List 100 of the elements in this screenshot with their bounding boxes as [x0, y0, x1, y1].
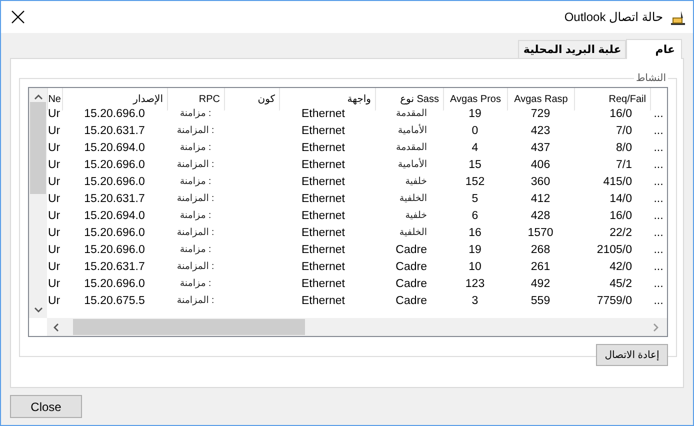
row-more: ...	[652, 124, 664, 138]
tab[interactable]: علبة البريد المحلية	[518, 40, 626, 58]
table-cell: 15.20.696.0	[84, 278, 145, 290]
table-cell: 268	[530, 244, 550, 256]
column-header[interactable]: Avgas Rasp	[514, 94, 568, 104]
table-cell: الأمامية	[398, 159, 427, 170]
table-cell: مزامنة :	[180, 278, 212, 289]
table-cell: 15.20.694.0	[84, 210, 145, 222]
table-cell: 42/0	[610, 260, 632, 272]
table-cell: 428	[530, 210, 550, 222]
table-cell: 10	[468, 260, 482, 272]
table-cell: Ethernet	[302, 244, 345, 256]
table-cell: 15	[468, 158, 482, 170]
table-cell: Ethernet	[302, 226, 345, 238]
table-cell: الخلفية	[399, 227, 427, 238]
table-cell: 14/0	[610, 192, 632, 204]
scroll-down-icon[interactable]	[34, 307, 42, 313]
row-more: ...	[652, 174, 664, 190]
table-cell: 7/0	[616, 124, 632, 136]
table-cell: Ur	[48, 210, 60, 222]
table-cell: Ethernet	[302, 260, 345, 272]
table-cell: المزامنة :	[176, 193, 214, 204]
table-cell: 16	[468, 226, 482, 238]
table-cell: Cadre	[396, 260, 427, 272]
table-cell: Ur	[48, 260, 60, 272]
table-cell: Ur	[48, 176, 60, 188]
table-cell: 22/2	[610, 226, 632, 238]
table-cell: 7759/0	[596, 294, 632, 306]
table-cell: 15.20.631.7	[84, 260, 145, 272]
table-cell: Ur	[48, 142, 60, 154]
table-cell: Ethernet	[302, 142, 345, 154]
group-title: النشاط	[634, 73, 667, 84]
table-cell: 15.20.696.0	[84, 176, 145, 188]
table-cell: المزامنة :	[176, 159, 214, 170]
table-cell: المزامنة :	[176, 227, 214, 238]
table-cell: Ur	[48, 158, 60, 170]
table-cell: 15.20.675.5	[84, 294, 145, 306]
scroll-left-icon[interactable]	[53, 322, 59, 332]
table-cell: Ur	[48, 108, 60, 120]
table-cell: 19	[468, 108, 482, 120]
column-header[interactable]: Req/Fail	[608, 94, 646, 104]
close-button[interactable]: Close	[10, 395, 82, 418]
scrollbar-thumb[interactable]	[73, 319, 305, 335]
table-cell: مزامنة :	[180, 210, 212, 221]
table-cell: Ur	[48, 226, 60, 238]
table-cell: 4	[472, 142, 478, 154]
table-cell: 412	[530, 192, 550, 204]
column-header[interactable]: الإصدار	[133, 94, 163, 104]
row-more: ...	[652, 260, 664, 274]
column-header[interactable]: RPC	[198, 94, 220, 104]
table-cell: 15.20.696.0	[84, 244, 145, 256]
row-more: ...	[652, 226, 664, 240]
table-cell: مزامنة :	[180, 142, 212, 153]
row-more: ...	[652, 276, 664, 292]
column-header[interactable]: Ne	[48, 94, 61, 104]
table-cell: 15.20.696.0	[84, 108, 145, 120]
tab[interactable]: عام	[626, 39, 682, 59]
table-cell: 492	[530, 278, 550, 290]
table-cell: Ur	[48, 244, 60, 256]
scroll-up-icon[interactable]	[34, 94, 42, 100]
column-header[interactable]: Avgas Pros	[450, 94, 501, 104]
table-cell: 8/0	[616, 142, 632, 154]
row-more: ...	[652, 294, 664, 308]
table-cell: 423	[530, 124, 550, 136]
table-cell: Ethernet	[302, 294, 345, 306]
table-cell: 2105/0	[596, 244, 632, 256]
table-cell: 45/2	[610, 278, 632, 290]
scrollbar-thumb[interactable]	[30, 102, 46, 194]
close-icon[interactable]	[11, 10, 25, 24]
table-cell: المقدمة	[396, 108, 427, 119]
table-cell: 729	[530, 108, 550, 120]
row-more: ...	[652, 158, 664, 172]
row-more: ...	[652, 106, 664, 122]
table-cell: 559	[530, 294, 550, 306]
table-cell: 0	[472, 124, 478, 136]
table-cell: 406	[530, 158, 550, 170]
table-cell: Cadre	[396, 278, 427, 290]
table-cell: Ethernet	[302, 108, 345, 120]
window-title: حالة اتصال Outlook	[564, 10, 663, 24]
column-header[interactable]: واجهة	[347, 94, 371, 104]
table-cell: خلفية	[405, 210, 427, 221]
table-cell: 15.20.631.7	[84, 124, 145, 136]
table-cell: مزامنة :	[180, 244, 212, 255]
row-more: ...	[652, 242, 664, 258]
column-header[interactable]: كون	[258, 94, 275, 104]
table-cell: 15.20.631.7	[84, 192, 145, 204]
table-cell: Ethernet	[302, 176, 345, 188]
table-cell: المزامنة :	[176, 261, 214, 272]
table-cell: مزامنة :	[180, 176, 212, 187]
table-cell: Ur	[48, 192, 60, 204]
table-cell: 7/1	[616, 158, 632, 170]
table-cell: 415/0	[603, 176, 632, 188]
column-header[interactable]: نوع Sass	[400, 94, 439, 104]
table-cell: 5	[472, 192, 478, 204]
row-more: ...	[652, 192, 664, 206]
table-cell: 123	[465, 278, 485, 290]
table-cell: 152	[465, 176, 485, 188]
reconnect-button[interactable]: إعادة الاتصال	[596, 344, 668, 366]
table-cell: 15.20.696.0	[84, 158, 145, 170]
table-cell: Ethernet	[302, 278, 345, 290]
